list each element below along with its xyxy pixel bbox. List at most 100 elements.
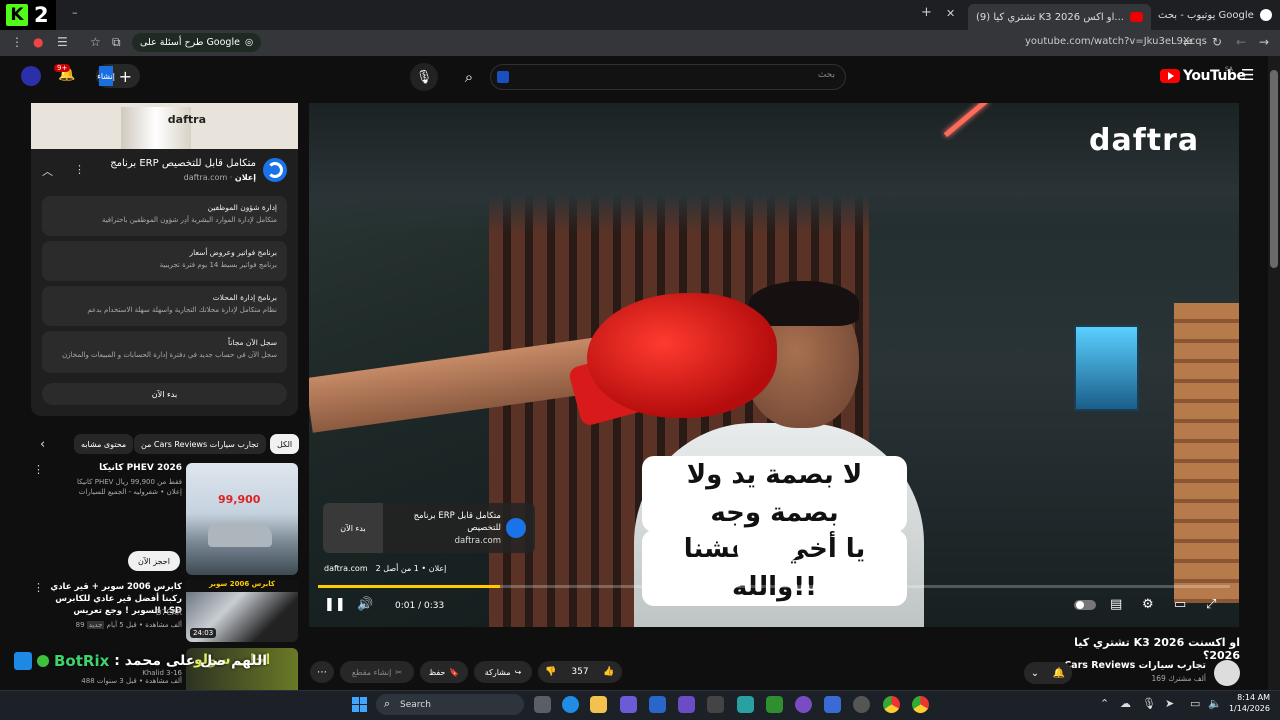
ad-link-hr[interactable]: إدارة شؤون الموظفين متكامل لإدارة الموار… [42,196,287,236]
ad-link-invoices[interactable]: برنامج فواتير وعروض أسعار برنامج فواتير … [42,241,287,281]
tab-google-search[interactable]: يوتيوب - بحث Google [1150,4,1280,26]
share-button[interactable]: مشاركة ↪ [474,661,532,683]
subtitles-icon[interactable]: ▤ [1110,597,1122,612]
avatar[interactable] [21,66,41,86]
app-icon[interactable] [824,696,841,713]
dislike-icon[interactable]: 👎 [545,667,556,677]
thumb-price: 99,900 [218,493,261,506]
task-view-icon[interactable] [534,696,551,713]
like-icon[interactable]: 👍 [603,667,614,677]
forward-arrow-icon[interactable]: ← [1236,35,1246,49]
ad-info-domain[interactable]: daftra.com [324,564,368,573]
minimize-icon[interactable]: – [72,6,78,19]
subscribed-button[interactable]: ⌄ 🔔 [1024,662,1072,684]
extensions-icon[interactable]: ☰ [57,35,68,49]
channel-avatar[interactable] [1214,660,1240,686]
create-label: إنشاء [97,66,115,86]
copilot-icon[interactable] [620,696,637,713]
volume-tray-icon[interactable]: 🔈 [1208,697,1222,710]
theater-mode-icon[interactable]: ▭ [1174,597,1186,612]
more-actions-icon[interactable]: ⋯ [310,661,334,683]
duration-badge: 24:03 [190,628,217,638]
daftra-logo-icon [263,158,287,182]
share-icon: ↪ [514,667,522,677]
player-ad-title[interactable]: برنامج ERP متكامل قابل للتخصيص [409,510,501,534]
book-now-button[interactable]: احجز الآن [128,551,180,571]
tab-youtube-video[interactable]: (9) تشتري كيا K3 2026 او اكس... [968,4,1151,30]
save-button[interactable]: حفظ 🔖 [420,661,468,683]
display-tray-icon[interactable]: ▭ [1190,697,1200,710]
botrix-logo-icon [14,652,32,670]
profile-icon[interactable]: ● [33,35,43,49]
search-input[interactable]: بحث [490,64,846,90]
rec-thumbnail[interactable]: 99,900 [186,463,298,575]
channel-name[interactable]: Cars Reviews تجارب سيارات [1060,660,1206,671]
new-badge: جديد [86,621,105,629]
ad-title[interactable]: برنامج ERP متكامل قابل للتخصيص [90,158,256,169]
store-icon[interactable] [649,696,666,713]
new-tab-button[interactable]: + [921,5,932,20]
kick-overlay-logo: K 2 [0,0,56,30]
chevron-up-icon[interactable]: ︿ [42,163,53,179]
video-player[interactable]: daftra لا بصمة يد ولا بصمة وجه يا أخي طف… [309,103,1239,627]
network-tray-icon[interactable]: ☁ [1120,697,1131,710]
chip-related[interactable]: محتوى مشابه [74,434,134,454]
taskbar-search[interactable]: Search [376,694,524,715]
install-app-icon[interactable]: ⧉ [112,35,121,50]
hamburger-menu-icon[interactable]: ☰ [1241,66,1254,84]
location-tray-icon[interactable]: ➤ [1165,697,1174,710]
tab-close-icon[interactable]: ✕ [946,7,955,20]
app-icon[interactable] [737,696,754,713]
ad-banner-image[interactable]: daftra [31,103,298,149]
more-options-icon[interactable]: ⋮ [33,581,44,594]
minecraft-icon[interactable] [766,696,783,713]
like-count: 357 [571,667,589,677]
chip-all[interactable]: الكل [270,434,300,454]
app-icon[interactable] [853,696,870,713]
site-settings-icon[interactable]: ⇌ [1183,35,1193,49]
app-icon[interactable] [707,696,724,713]
chip-from-channel[interactable]: من Cars Reviews تجارب سيارات [134,434,266,454]
player-ad-start-button[interactable]: بدء الآن [323,503,383,553]
like-dislike-group: 👎 357 👍 [538,661,622,683]
autoplay-toggle[interactable] [1074,600,1096,610]
tray-chevron-icon[interactable]: ⌃ [1100,697,1109,710]
chrome-icon[interactable] [883,696,900,713]
search-placeholder: بحث [817,70,835,80]
youtube-play-icon [1160,69,1180,83]
ad-link-signup[interactable]: سجل الآن مجاناً سجل الآن في حساب جديد في… [42,331,287,373]
car-image [208,523,272,547]
reload-icon[interactable]: ↻ [1212,35,1222,49]
ad-start-button[interactable]: بدء الآن [42,383,287,405]
scrollbar-thumb[interactable] [1270,70,1278,268]
microphone-tray-icon[interactable]: 🎙 [1142,697,1156,710]
volume-icon[interactable]: 🔊 [357,597,373,612]
file-explorer-icon[interactable] [590,696,607,713]
search-button[interactable]: ⌕ [454,64,484,90]
settings-gear-icon[interactable]: ⚙ [1142,597,1154,612]
chrome-icon[interactable] [912,696,929,713]
back-arrow-icon[interactable]: → [1259,35,1269,49]
windows-start-icon[interactable] [352,697,367,712]
fullscreen-icon[interactable]: ⤢ [1206,597,1216,612]
chevron-left-icon[interactable]: ‹ [40,437,45,452]
edge-icon[interactable] [562,696,579,713]
more-options-icon[interactable]: ⋮ [74,163,85,176]
progress-bar[interactable] [318,585,1230,588]
app-icon[interactable] [795,696,812,713]
pause-icon[interactable]: ❚❚ [324,597,346,612]
keyboard-icon[interactable] [497,71,509,83]
rec-channel[interactable]: D7CAR [100,608,182,617]
url-field[interactable]: youtube.com/watch?v=Jku3eL9Xcqs [1025,36,1207,47]
scissors-icon: ✂ [395,667,403,677]
app-icon[interactable] [678,696,695,713]
clip-button[interactable]: إنشاء مقطع ✂ [340,661,414,683]
kebab-menu-icon[interactable]: ⋮ [11,35,23,49]
bookmark-star-icon[interactable]: ☆ [90,35,101,49]
ask-google-pill[interactable]: طرح أسئلة على Google ◎ [132,33,262,52]
ad-link-shops[interactable]: برنامج إدارة المحلات نظام متكامل لإدارة … [42,286,287,326]
taskbar-clock[interactable]: 8:14 AM 1/14/2026 [1226,692,1270,714]
more-options-icon[interactable]: ⋮ [33,463,44,476]
voice-search-button[interactable]: 🎙 [410,63,438,91]
rec-title[interactable]: كانيكا PHEV 2026 [60,463,182,473]
